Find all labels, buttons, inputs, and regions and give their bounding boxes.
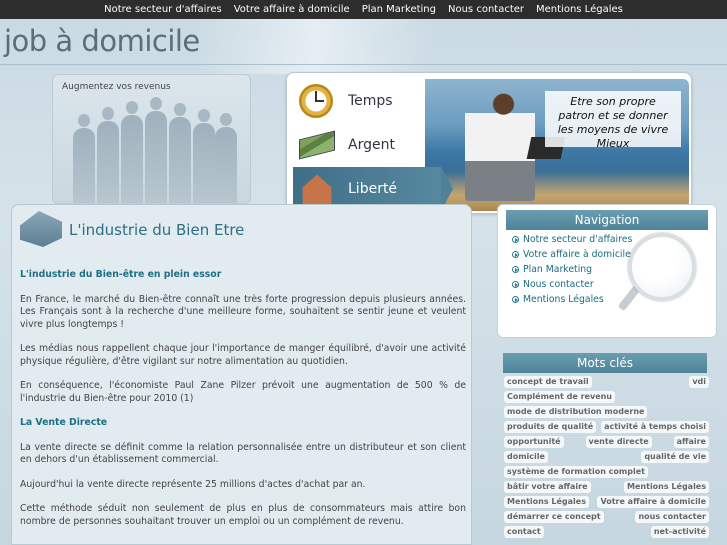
tag-link[interactable]: contact: [504, 526, 544, 538]
hero-menu: Temps Argent Liberté: [293, 79, 453, 211]
main-content: L'industrie du Bien Etre L'industrie du …: [11, 204, 472, 545]
nav-item-label: Mentions Légales: [523, 294, 604, 305]
title-divider: [0, 64, 727, 65]
tag-link[interactable]: produits de qualité: [504, 421, 597, 433]
section-title: L'industrie du Bien-être en plein essor: [20, 269, 222, 280]
tag-link[interactable]: nous contacter: [635, 511, 709, 523]
paragraph: Cette méthode séduit non seulement de pl…: [20, 503, 466, 527]
paragraph: En conséquence, l'économiste Paul Zane P…: [20, 380, 466, 404]
man-with-laptop-image: [465, 91, 535, 201]
hero-slider: Etre son propre patron et se donner les …: [286, 72, 692, 214]
page-title: L'industrie du Bien Etre: [69, 221, 245, 239]
magnifier-icon: [628, 233, 696, 301]
paragraph: Les médias nous rappellent chaque jour l…: [20, 343, 466, 367]
tag-link[interactable]: bâtir votre affaire: [504, 481, 591, 493]
navigation-title: Navigation: [506, 210, 708, 230]
nav-item-contact[interactable]: Nous contacter: [512, 277, 632, 292]
tag-link[interactable]: Votre affaire à domicile: [597, 496, 709, 508]
tag-link[interactable]: Mentions Légales: [504, 496, 589, 508]
tag-link[interactable]: démarrer ce concept: [504, 511, 604, 523]
hero-tab-label: Temps: [348, 93, 393, 109]
money-icon: [299, 130, 335, 160]
person-figure: [121, 101, 143, 203]
content-header: L'industrie du Bien Etre: [12, 205, 471, 257]
navigation-list: Notre secteur d'affaires Votre affaire à…: [512, 232, 632, 307]
arrow-bullet-icon: [512, 296, 519, 303]
arrow-bullet-icon: [512, 236, 519, 243]
tag-link[interactable]: concept de travail: [504, 376, 592, 388]
site-title: job à domicile: [4, 24, 200, 58]
nav-item-label: Notre secteur d'affaires: [523, 234, 633, 245]
paragraph: La vente directe se définit comme la rel…: [20, 441, 466, 466]
article-body: L'industrie du Bien-être en plein essor …: [20, 269, 466, 540]
keywords-title: Mots clés: [503, 353, 707, 373]
tag-link[interactable]: système de formation complet: [504, 466, 648, 478]
nav-item-label: Nous contacter: [523, 279, 594, 290]
nav-item-mentions[interactable]: Mentions Légales: [512, 292, 632, 307]
topnav-link-plan-marketing[interactable]: Plan Marketing: [356, 4, 442, 15]
hero-tab-label: Argent: [348, 137, 395, 153]
header-background-decoration: [195, 19, 435, 74]
hero-tab-argent[interactable]: Argent: [293, 123, 441, 167]
tag-link[interactable]: mode de distribution moderne: [504, 406, 648, 418]
person-figure: [193, 109, 215, 203]
nav-item-plan-marketing[interactable]: Plan Marketing: [512, 262, 632, 277]
hero-quote: Etre son propre patron et se donner les …: [545, 91, 681, 150]
people-caption: Augmentez vos revenus: [62, 82, 171, 92]
tag-link[interactable]: vente directe: [585, 436, 652, 448]
tag-link[interactable]: Complément de revenu: [504, 391, 616, 403]
person-figure: [97, 107, 119, 203]
tag-link[interactable]: opportunité: [504, 436, 564, 448]
topnav-link-affaire[interactable]: Votre affaire à domicile: [228, 4, 356, 15]
nav-item-affaire[interactable]: Votre affaire à domicile: [512, 247, 632, 262]
sidebar-navigation: Navigation Notre secteur d'affaires Votr…: [497, 204, 717, 338]
person-figure: [169, 103, 191, 203]
arrow-bullet-icon: [512, 266, 519, 273]
paragraph: Aujourd'hui la vente directe représente …: [20, 478, 366, 490]
paragraph: En France, le marché du Bien-être connaî…: [20, 293, 466, 330]
arrow-bullet-icon: [512, 251, 519, 258]
tag-link[interactable]: affaire: [673, 436, 709, 448]
person-figure: [145, 97, 167, 203]
top-navigation: Notre secteur d'affaires Votre affaire à…: [0, 0, 727, 19]
tag-link[interactable]: net-activité: [650, 526, 709, 538]
clock-icon: [299, 84, 333, 118]
building-icon: [20, 211, 62, 247]
person-figure: [215, 113, 237, 203]
tag-link[interactable]: domicile: [504, 451, 548, 463]
tag-link[interactable]: qualité de vie: [641, 451, 709, 463]
tag-cloud: concept de travail vdi Complément de rev…: [504, 376, 709, 538]
person-figure: [73, 114, 95, 203]
hero-tab-label: Liberté: [348, 181, 398, 197]
arrow-bullet-icon: [512, 281, 519, 288]
nav-item-secteur[interactable]: Notre secteur d'affaires: [512, 232, 632, 247]
topnav-link-secteur[interactable]: Notre secteur d'affaires: [98, 4, 228, 15]
topnav-link-mentions[interactable]: Mentions Légales: [530, 4, 629, 15]
tag-link[interactable]: Mentions Légales: [624, 481, 709, 493]
section-title: La Vente Directe: [20, 417, 108, 428]
business-people-banner: Augmentez vos revenus: [52, 74, 251, 204]
nav-item-label: Votre affaire à domicile: [523, 249, 631, 260]
house-icon: [302, 174, 332, 205]
keywords-box: Mots clés concept de travail vdi Complém…: [497, 346, 717, 545]
topnav-link-contact[interactable]: Nous contacter: [442, 4, 530, 15]
nav-item-label: Plan Marketing: [523, 264, 593, 275]
hero-tab-temps[interactable]: Temps: [293, 79, 441, 123]
tag-link[interactable]: vdi: [689, 376, 709, 388]
tag-link[interactable]: activité à temps choisi: [601, 421, 709, 433]
